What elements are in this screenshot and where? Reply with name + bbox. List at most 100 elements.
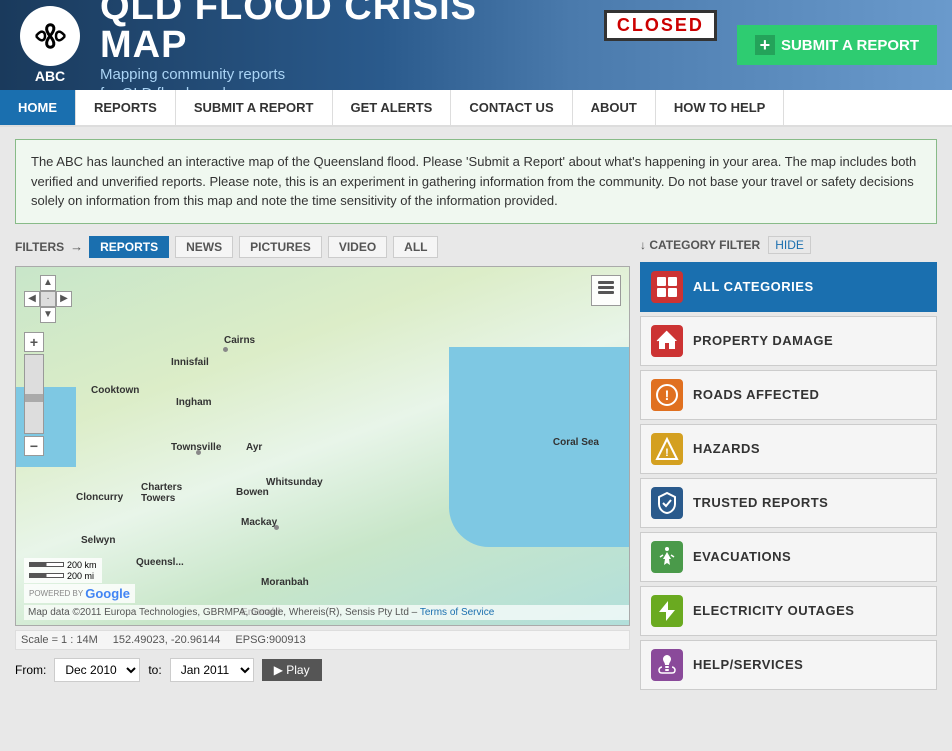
date-range-bar: From: Dec 2010 Nov 2010 Oct 2010 to: Jan…: [15, 658, 630, 682]
coral-sea: [449, 347, 629, 547]
left-panel: FILTERS → REPORTS NEWS PICTURES VIDEO AL…: [15, 236, 630, 694]
nav-how-to-help[interactable]: HOW TO HELP: [656, 90, 784, 125]
roads-affected-icon: !: [651, 379, 683, 411]
notice-text: The ABC has launched an interactive map …: [31, 152, 921, 211]
cairns-label: Cairns: [224, 335, 255, 346]
zoom-slider[interactable]: [24, 354, 44, 434]
layers-icon: [597, 279, 615, 297]
abc-circle: [20, 6, 80, 66]
scale-mi-label: 200 mi: [67, 571, 94, 581]
abc-text: ABC: [35, 68, 65, 84]
evacuations-icon: [651, 541, 683, 573]
evacuations-label: EVACUATIONS: [693, 549, 791, 564]
cloncurry-label: Cloncurry: [76, 492, 123, 503]
map-container[interactable]: Coral Sea Cairns Innisfail Ingham Townsv…: [15, 266, 630, 626]
pan-up-button[interactable]: ▲: [40, 275, 56, 291]
filters-label: FILTERS: [15, 240, 64, 254]
filter-reports[interactable]: REPORTS: [89, 236, 169, 258]
map-copyright: Map data ©2011 Europa Technologies, GBRM…: [24, 605, 629, 620]
main-nav: HOME REPORTS SUBMIT A REPORT GET ALERTS …: [0, 90, 952, 127]
filter-news[interactable]: NEWS: [175, 236, 233, 258]
filter-video[interactable]: VIDEO: [328, 236, 387, 258]
bowen-label: Bowen: [236, 487, 269, 498]
help-services-label: HELP/SERVICES: [693, 657, 803, 672]
from-date-select[interactable]: Dec 2010 Nov 2010 Oct 2010: [54, 658, 140, 682]
pan-down-button[interactable]: ▼: [40, 307, 56, 323]
map-background: Coral Sea Cairns Innisfail Ingham Townsv…: [16, 267, 629, 625]
category-filter-label: ↓ CATEGORY FILTER: [640, 238, 760, 252]
property-damage-label: PROPERTY DAMAGE: [693, 333, 833, 348]
category-evacuations[interactable]: EVACUATIONS: [640, 532, 937, 582]
mackay-label: Mackay: [241, 517, 277, 528]
page-title: QLD FLOOD CRISIS MAP: [100, 0, 537, 64]
trusted-reports-label: TRUSTED REPORTS: [693, 495, 828, 510]
innisfail-label: Innisfail: [171, 357, 209, 368]
filter-all[interactable]: ALL: [393, 236, 438, 258]
cooktown-label: Cooktown: [91, 385, 139, 396]
nav-submit-report[interactable]: SUBMIT A REPORT: [176, 90, 333, 125]
charters-label: ChartersTowers: [141, 482, 182, 504]
hazards-label: HAZARDS: [693, 441, 760, 456]
roads-affected-label: ROADS AFFECTED: [693, 387, 819, 402]
header: ABC QLD FLOOD CRISIS MAP Mapping communi…: [0, 0, 952, 90]
cairns-dot: [223, 347, 228, 352]
plus-icon: +: [755, 35, 775, 55]
map-zoom-controls: + −: [24, 332, 44, 458]
svg-text:!: !: [665, 447, 669, 459]
nav-get-alerts[interactable]: GET ALERTS: [333, 90, 452, 125]
nav-about[interactable]: ABOUT: [573, 90, 656, 125]
all-categories-label: ALL CATEGORIES: [693, 279, 814, 294]
selwyn-label: Selwyn: [81, 535, 115, 546]
play-button[interactable]: ▶ Play: [262, 659, 322, 681]
powered-by: POWERED BY Google: [24, 584, 135, 603]
terms-link[interactable]: Terms of Service: [420, 607, 494, 618]
google-logo: Google: [85, 586, 130, 601]
filters-bar: FILTERS → REPORTS NEWS PICTURES VIDEO AL…: [15, 236, 630, 258]
hazards-icon: !: [651, 433, 683, 465]
category-property-damage[interactable]: PROPERTY DAMAGE: [640, 316, 937, 366]
map-pan-controls: ▲ ◀ · ▶ ▼: [24, 275, 72, 323]
townsville-dot: [196, 450, 201, 455]
zoom-out-button[interactable]: −: [24, 436, 44, 456]
right-panel: ↓ CATEGORY FILTER HIDE ALL CATEGORIES: [640, 236, 937, 694]
electricity-icon: [651, 595, 683, 627]
ayr-label: Ayr: [246, 442, 262, 453]
filter-pictures[interactable]: PICTURES: [239, 236, 322, 258]
category-help-services[interactable]: HELP/SERVICES: [640, 640, 937, 690]
category-hazards[interactable]: ! HAZARDS: [640, 424, 937, 474]
hide-filter-link[interactable]: HIDE: [768, 236, 811, 254]
header-subtitle2: for QLD floods and recovery: [100, 85, 537, 90]
electricity-outages-label: ELECTRICITY OUTAGES: [693, 603, 854, 618]
abc-logo: ABC: [10, 5, 90, 85]
svg-text:!: !: [665, 387, 670, 403]
road-closed-sign: CLOSED: [604, 10, 717, 41]
submit-report-button[interactable]: + SUBMIT A REPORT: [737, 25, 937, 65]
submit-btn-label: SUBMIT A REPORT: [781, 37, 919, 54]
zoom-in-button[interactable]: +: [24, 332, 44, 352]
abc-lissajous-icon: [28, 16, 73, 56]
pan-center-button[interactable]: ·: [40, 291, 56, 307]
queensland-label: Queensl...: [136, 557, 184, 568]
scale-km-label: 200 km: [67, 560, 97, 570]
nav-home[interactable]: HOME: [0, 90, 76, 125]
nav-contact-us[interactable]: CONTACT US: [451, 90, 572, 125]
all-categories-icon: [651, 271, 683, 303]
map-layers-button[interactable]: [591, 275, 621, 306]
map-scale: 200 km 200 mi: [24, 558, 102, 583]
category-roads-affected[interactable]: ! ROADS AFFECTED: [640, 370, 937, 420]
property-damage-icon: [651, 325, 683, 357]
category-trusted-reports[interactable]: TRUSTED REPORTS: [640, 478, 937, 528]
coords-info: 152.49023, -20.96144: [113, 634, 221, 646]
nav-reports[interactable]: REPORTS: [76, 90, 176, 125]
header-subtitle: Mapping community reports: [100, 66, 537, 83]
pan-left-button[interactable]: ◀: [24, 291, 40, 307]
to-label: to:: [148, 663, 161, 677]
category-electricity-outages[interactable]: ELECTRICITY OUTAGES: [640, 586, 937, 636]
epsg-info: EPSG:900913: [235, 634, 305, 646]
to-date-select[interactable]: Jan 2011 Feb 2011 Mar 2011: [170, 658, 254, 682]
map-info-bar: Scale = 1 : 14M 152.49023, -20.96144 EPS…: [15, 630, 630, 650]
category-all[interactable]: ALL CATEGORIES: [640, 262, 937, 312]
filters-arrow-icon: →: [70, 239, 83, 254]
pan-right-button[interactable]: ▶: [56, 291, 72, 307]
scale-info: Scale = 1 : 14M: [21, 634, 98, 646]
